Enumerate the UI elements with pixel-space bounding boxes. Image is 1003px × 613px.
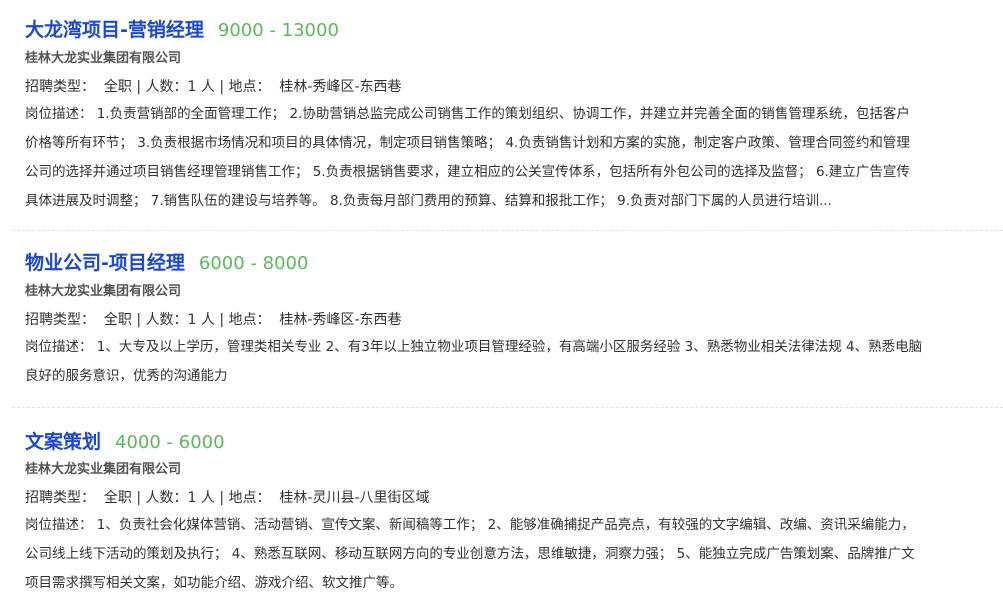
description-line: 公司线上线下活动的策划及执行； 4、熟悉互联网、移动互联网方向的专业创意方法，思… <box>25 546 915 562</box>
location-label: 地点： <box>228 490 271 506</box>
job-title-link[interactable]: 文案策划 <box>25 431 101 453</box>
meta-separator: | <box>219 490 225 506</box>
job-description: 岗位描述： 1、负责社会化媒体营销、活动营销、宣传文案、新闻稿等工作； 2、能够… <box>25 511 915 598</box>
job-meta: 招聘类型： 全职 | 人数：1 人 | 地点： 桂林-秀峰区-东西巷 <box>25 77 402 97</box>
description-label: 岗位描述： <box>25 339 93 355</box>
job-header: 大龙湾项目-营销经理 9000 - 13000 <box>25 16 339 44</box>
job-title-link[interactable]: 大龙湾项目-营销经理 <box>25 19 204 41</box>
description-label: 岗位描述： <box>25 517 93 533</box>
description-line: 公司的选择并通过项目销售经理管理销售工作； 5.负责根据销售要求，建立相应的公关… <box>25 164 910 180</box>
job-header: 物业公司-项目经理 6000 - 8000 <box>25 249 308 277</box>
description-line: 岗位描述： 1.负责营销部的全面管理工作； 2.协助营销总监完成公司销售工作的策… <box>25 100 910 129</box>
job-meta: 招聘类型： 全职 | 人数：1 人 | 地点： 桂林-秀峰区-东西巷 <box>25 310 402 330</box>
job-description: 岗位描述： 1.负责营销部的全面管理工作； 2.协助营销总监完成公司销售工作的策… <box>25 100 910 216</box>
headcount-value: 1 人 <box>187 79 215 95</box>
description-line: 良好的服务意识，优秀的沟通能力 <box>25 368 228 384</box>
company-name[interactable]: 桂林大龙实业集团有限公司 <box>25 282 181 302</box>
description-label: 岗位描述： <box>25 106 93 122</box>
employment-type-label: 招聘类型： <box>25 79 95 95</box>
headcount-label: 人数： <box>145 79 188 95</box>
job-meta: 招聘类型： 全职 | 人数：1 人 | 地点： 桂林-灵川县-八里街区域 <box>25 488 430 508</box>
salary-range: 4000 - 6000 <box>115 432 225 453</box>
employment-type-value: 全职 <box>103 490 132 506</box>
description-text: 1、大专及以上学历，管理类相关专业 2、有3年以上独立物业项目管理经验，有高端小… <box>96 339 923 355</box>
description-text: 1、负责社会化媒体营销、活动营销、宣传文案、新闻稿等工作； 2、能够准确捕捉产品… <box>96 517 915 533</box>
job-description: 岗位描述： 1、大专及以上学历，管理类相关专业 2、有3年以上独立物业项目管理经… <box>25 333 922 391</box>
company-name[interactable]: 桂林大龙实业集团有限公司 <box>25 460 181 480</box>
meta-separator: | <box>219 312 225 328</box>
location-label: 地点： <box>228 312 271 328</box>
headcount-label: 人数： <box>145 490 188 506</box>
meta-separator: | <box>136 79 142 95</box>
description-line: 岗位描述： 1、大专及以上学历，管理类相关专业 2、有3年以上独立物业项目管理经… <box>25 333 922 362</box>
listing-divider <box>12 230 1003 231</box>
employment-type-value: 全职 <box>103 312 132 328</box>
description-line: 价格等所有环节； 3.负责根据市场情况和项目的具体情况，制定项目销售策略； 4.… <box>25 135 910 151</box>
job-title-link[interactable]: 物业公司-项目经理 <box>25 252 185 274</box>
description-line: 岗位描述： 1、负责社会化媒体营销、活动营销、宣传文案、新闻稿等工作； 2、能够… <box>25 511 915 540</box>
employment-type-label: 招聘类型： <box>25 312 95 328</box>
description-line: 项目需求撰写相关文案，如功能介绍、游戏介绍、软文推广等。 <box>25 575 403 591</box>
location-value: 桂林-秀峰区-东西巷 <box>279 79 402 95</box>
employment-type-value: 全职 <box>103 79 132 95</box>
location-value: 桂林-秀峰区-东西巷 <box>279 312 402 328</box>
headcount-value: 1 人 <box>187 490 215 506</box>
description-line: 具体进展及时调整； 7.销售队伍的建设与培养等。 8.负责每月部门费用的预算、结… <box>25 193 832 209</box>
headcount-label: 人数： <box>145 312 188 328</box>
meta-separator: | <box>219 79 225 95</box>
company-name[interactable]: 桂林大龙实业集团有限公司 <box>25 49 181 69</box>
description-text: 1.负责营销部的全面管理工作； 2.协助营销总监完成公司销售工作的策划组织、协调… <box>96 106 910 122</box>
meta-separator: | <box>136 490 142 506</box>
job-header: 文案策划 4000 - 6000 <box>25 428 225 456</box>
employment-type-label: 招聘类型： <box>25 490 95 506</box>
location-label: 地点： <box>228 79 271 95</box>
location-value: 桂林-灵川县-八里街区域 <box>279 490 430 506</box>
headcount-value: 1 人 <box>187 312 215 328</box>
listing-divider <box>12 407 1003 408</box>
meta-separator: | <box>136 312 142 328</box>
salary-range: 6000 - 8000 <box>198 253 309 274</box>
salary-range: 9000 - 13000 <box>217 20 339 41</box>
